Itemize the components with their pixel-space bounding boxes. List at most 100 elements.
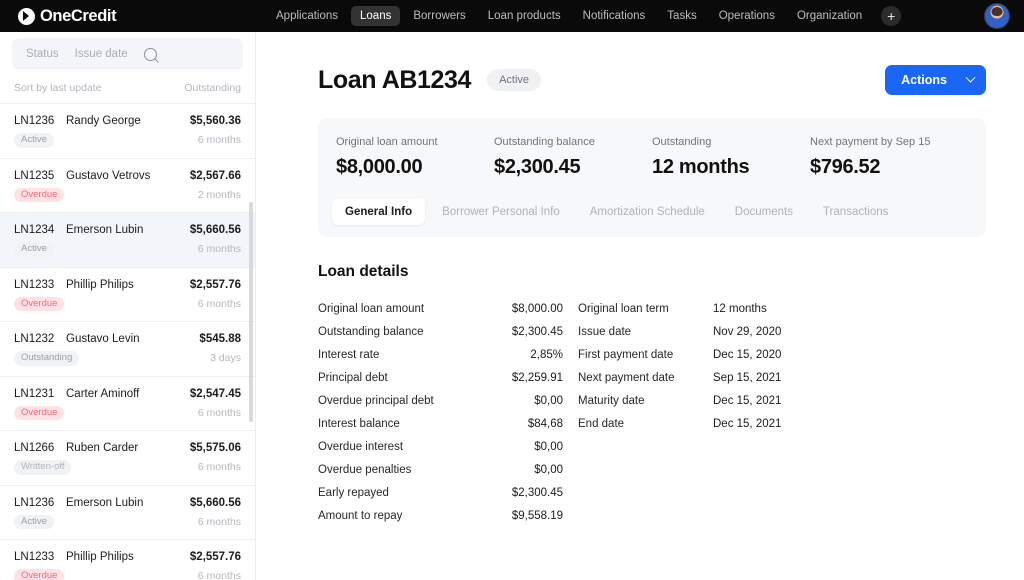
summary-stats: Original loan amount $8,000.00 Outstanding… xyxy=(318,136,986,179)
loan-term: 6 months xyxy=(197,243,241,256)
detail-row: First payment date Dec 15, 2020 xyxy=(578,343,823,366)
nav-item-tasks[interactable]: Tasks xyxy=(658,6,705,26)
filter-issue-date[interactable]: Issue date xyxy=(75,48,128,60)
search-icon[interactable] xyxy=(143,47,157,61)
loan-list-item[interactable]: LN1232 Gustavo Levin $545.88 Outstanding 3 d… xyxy=(0,322,255,377)
loan-amount: $2,547.45 xyxy=(189,387,241,400)
loan-id: LN1232 xyxy=(14,333,55,345)
loan-list-item[interactable]: LN1233 Phillip Philips $2,557.76 Overdue 6 m… xyxy=(0,540,255,580)
status-badge: Active xyxy=(14,242,54,257)
loan-term: 3 days xyxy=(210,352,241,365)
tab-amortization-schedule[interactable]: Amortization Schedule xyxy=(577,199,718,225)
detail-row: Issue date Nov 29, 2020 xyxy=(578,320,823,343)
loan-list-item[interactable]: LN1236 Randy George $5,560.36 Active 6 month… xyxy=(0,104,255,159)
loan-term: 2 months xyxy=(197,188,241,201)
status-badge: Active xyxy=(14,133,54,148)
page-header: Loan AB1234 Active Actions xyxy=(318,62,986,98)
filter-status[interactable]: Status xyxy=(26,48,59,60)
loan-list-item[interactable]: LN1266 Ruben Carder $5,575.06 Written-off 6 … xyxy=(0,431,255,486)
loan-id: LN1233 xyxy=(14,551,55,563)
loan-term: 6 months xyxy=(197,134,241,147)
brand-logo[interactable]: OneCredit xyxy=(18,6,117,26)
status-badge: Overdue xyxy=(14,569,65,580)
borrower-name: Phillip Philips xyxy=(66,278,134,291)
plus-icon[interactable]: + xyxy=(881,6,902,26)
detail-row: Early repayed $2,300.45 xyxy=(318,481,563,504)
outstanding-column-label[interactable]: Outstanding xyxy=(184,82,241,94)
detail-row: Overdue principal debt $0,00 xyxy=(318,389,563,412)
loan-detail-panel: Loan AB1234 Active Actions Original loan… xyxy=(256,32,1024,580)
summary-stat: Original loan amount $8,000.00 xyxy=(336,136,494,179)
tab-documents[interactable]: Documents xyxy=(722,199,806,225)
loan-list-item[interactable]: LN1236 Emerson Lubin $5,660.56 Active 6 mont… xyxy=(0,486,255,540)
loan-list-item[interactable]: LN1233 Phillip Philips $2,557.76 Overdue 6 m… xyxy=(0,268,255,322)
chevron-down-icon xyxy=(965,72,976,83)
detail-tabs: General Info Borrower Personal Info Amorti… xyxy=(318,179,986,237)
detail-row: Next payment date Sep 15, 2021 xyxy=(578,366,823,389)
nav-item-operations[interactable]: Operations xyxy=(710,6,784,26)
loan-term: 6 months xyxy=(197,406,241,419)
page-title: Loan AB1234 xyxy=(318,65,472,94)
detail-value: $2,259.91 xyxy=(511,371,563,384)
loan-details-heading: Loan details xyxy=(318,263,409,280)
loan-id: LN1234 xyxy=(14,224,55,236)
status-badge: Written-off xyxy=(14,460,72,475)
status-badge: Overdue xyxy=(14,296,65,311)
loan-status-badge: Active xyxy=(487,69,542,91)
loan-amount: $545.88 xyxy=(199,333,241,345)
summary-stat: Next payment by Sep 15 $796.52 xyxy=(810,136,968,179)
tab-borrower-personal-info[interactable]: Borrower Personal Info xyxy=(429,199,573,225)
loan-details-left-column: Original loan amount $8,000.00 Outstanding… xyxy=(318,297,563,527)
detail-row: Overdue interest $0,00 xyxy=(318,435,563,458)
status-badge: Overdue xyxy=(14,405,65,420)
borrower-name: Emerson Lubin xyxy=(66,224,144,236)
loan-amount: $2,567.66 xyxy=(189,169,241,182)
detail-key: Original loan term xyxy=(578,302,669,315)
detail-key: Interest rate xyxy=(318,348,380,361)
detail-value: Dec 15, 2020 xyxy=(713,348,782,361)
tab-transactions[interactable]: Transactions xyxy=(810,199,901,225)
loan-term: 6 months xyxy=(197,570,241,580)
sidebar-scrollbar[interactable] xyxy=(248,202,253,422)
detail-value: $0,00 xyxy=(534,394,563,407)
detail-key: Outstanding balance xyxy=(318,325,424,338)
nav-item-organization[interactable]: Organization xyxy=(788,6,871,26)
detail-key: Overdue penalties xyxy=(318,463,412,476)
top-navigation-bar: OneCredit Applications Loans Borrowers Loan… xyxy=(0,0,1024,32)
detail-row: Overdue penalties $0,00 xyxy=(318,458,563,481)
detail-value: Nov 29, 2020 xyxy=(713,325,782,338)
loan-list-item[interactable]: LN1235 Gustavo Vetrovs $2,567.66 Overdue 2 m… xyxy=(0,159,255,213)
detail-row: Interest balance $84,68 xyxy=(318,412,563,435)
loan-summary-card: Original loan amount $8,000.00 Outstanding… xyxy=(318,118,986,237)
nav-item-applications[interactable]: Applications xyxy=(267,6,347,26)
borrower-name: Randy George xyxy=(66,115,141,127)
loan-list-item[interactable]: LN1231 Carter Aminoff $2,547.45 Overdue 6 mo… xyxy=(0,377,255,431)
detail-key: Issue date xyxy=(578,325,632,338)
detail-key: Original loan amount xyxy=(318,302,425,315)
detail-value: 2,85% xyxy=(530,348,563,361)
nav-item-loans[interactable]: Loans xyxy=(351,6,401,26)
stat-label: Next payment by Sep 15 xyxy=(810,136,931,148)
loan-list-item[interactable]: LN1234 Emerson Lubin $5,660.56 Active 6 mont… xyxy=(0,213,255,268)
tab-general-info[interactable]: General Info xyxy=(332,199,426,225)
loan-amount: $5,575.06 xyxy=(189,442,241,454)
detail-value: 12 months xyxy=(713,302,767,315)
actions-button[interactable]: Actions xyxy=(885,65,986,95)
detail-key: Principal debt xyxy=(318,371,388,384)
stat-label: Outstanding xyxy=(652,136,712,148)
summary-stat: Outstanding balance $2,300.45 xyxy=(494,136,652,179)
loan-amount: $2,557.76 xyxy=(189,551,241,563)
brand-name: OneCredit xyxy=(40,6,117,25)
loan-list: LN1236 Randy George $5,560.36 Active 6 month… xyxy=(0,103,255,580)
sort-by-label[interactable]: Sort by last update xyxy=(14,82,102,94)
nav-item-loan-products[interactable]: Loan products xyxy=(479,6,570,26)
loan-term: 6 months xyxy=(197,297,241,310)
nav-item-borrowers[interactable]: Borrowers xyxy=(404,6,474,26)
stat-value: $8,000.00 xyxy=(336,156,423,178)
nav-item-notifications[interactable]: Notifications xyxy=(574,6,655,26)
loan-details-columns: Original loan amount $8,000.00 Outstanding… xyxy=(318,297,986,527)
user-avatar[interactable] xyxy=(984,3,1010,29)
detail-row: Interest rate 2,85% xyxy=(318,343,563,366)
loan-amount: $5,560.36 xyxy=(189,115,241,127)
loan-amount: $2,557.76 xyxy=(189,278,241,291)
